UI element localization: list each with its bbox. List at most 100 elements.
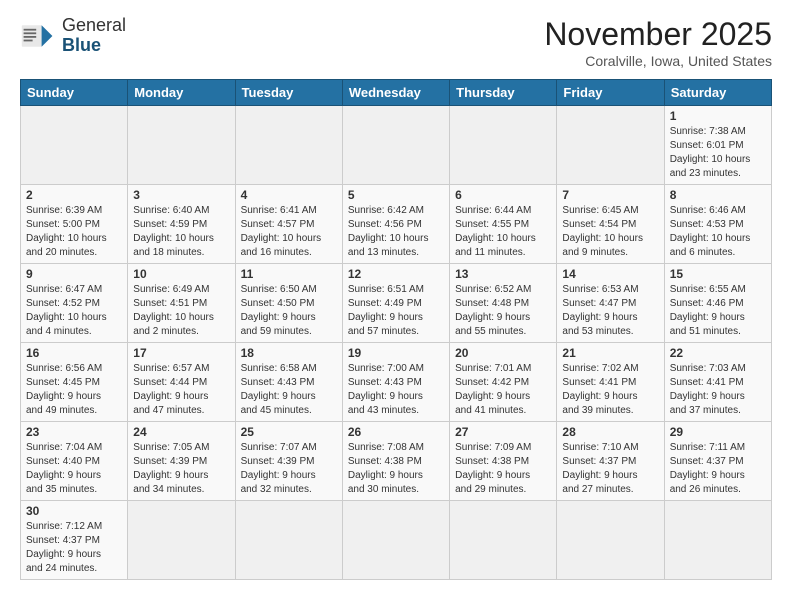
table-row: 26 Sunrise: 7:08 AM Sunset: 4:38 PM Dayli… [342, 422, 449, 501]
calendar-row: 16 Sunrise: 6:56 AM Sunset: 4:45 PM Dayli… [21, 343, 772, 422]
logo: General Blue [20, 16, 126, 56]
col-wednesday: Wednesday [342, 80, 449, 106]
day-number: 19 [348, 346, 444, 360]
table-row: 14 Sunrise: 6:53 AM Sunset: 4:47 PM Dayli… [557, 264, 664, 343]
day-number: 14 [562, 267, 658, 281]
table-row: 21Sunrise: 7:02 AM Sunset: 4:41 PM Dayli… [557, 343, 664, 422]
day-number: 29 [670, 425, 766, 439]
table-row [21, 106, 128, 185]
table-row [557, 501, 664, 580]
page: General Blue November 2025 Coralville, I… [0, 0, 792, 612]
logo-text: General Blue [62, 16, 126, 56]
table-row [342, 501, 449, 580]
day-info: Sunrise: 6:56 AM Sunset: 4:45 PM Dayligh… [26, 362, 122, 418]
day-number: 2 [26, 188, 122, 202]
table-row [342, 106, 449, 185]
day-info: Sunrise: 6:58 AM Sunset: 4:43 PM Dayligh… [241, 362, 337, 418]
day-number: 3 [133, 188, 229, 202]
day-info: Sunrise: 7:09 AM Sunset: 4:38 PM Dayligh… [455, 441, 551, 497]
day-number: 17 [133, 346, 229, 360]
day-number: 12 [348, 267, 444, 281]
header: General Blue November 2025 Coralville, I… [20, 16, 772, 69]
day-info: Sunrise: 6:52 AM Sunset: 4:48 PM Dayligh… [455, 283, 551, 339]
day-number: 27 [455, 425, 551, 439]
day-number: 25 [241, 425, 337, 439]
table-row: 29Sunrise: 7:11 AM Sunset: 4:37 PM Dayli… [664, 422, 771, 501]
table-row: 25 Sunrise: 7:07 AM Sunset: 4:39 PM Dayli… [235, 422, 342, 501]
day-info: Sunrise: 7:03 AM Sunset: 4:41 PM Dayligh… [670, 362, 766, 418]
col-thursday: Thursday [450, 80, 557, 106]
table-row: 1 Sunrise: 7:38 AM Sunset: 6:01 PM Daylig… [664, 106, 771, 185]
day-info: Sunrise: 7:07 AM Sunset: 4:39 PM Dayligh… [241, 441, 337, 497]
table-row [235, 106, 342, 185]
day-info: Sunrise: 6:47 AM Sunset: 4:52 PM Dayligh… [26, 283, 122, 339]
col-friday: Friday [557, 80, 664, 106]
title-block: November 2025 Coralville, Iowa, United S… [544, 16, 772, 69]
table-row [450, 106, 557, 185]
day-info: Sunrise: 7:05 AM Sunset: 4:39 PM Dayligh… [133, 441, 229, 497]
day-info: Sunrise: 6:50 AM Sunset: 4:50 PM Dayligh… [241, 283, 337, 339]
table-row [557, 106, 664, 185]
table-row: 12 Sunrise: 6:51 AM Sunset: 4:49 PM Dayli… [342, 264, 449, 343]
day-number: 1 [670, 109, 766, 123]
day-info: Sunrise: 6:45 AM Sunset: 4:54 PM Dayligh… [562, 204, 658, 260]
day-number: 9 [26, 267, 122, 281]
table-row: 3 Sunrise: 6:40 AM Sunset: 4:59 PM Daylig… [128, 185, 235, 264]
day-info: Sunrise: 7:01 AM Sunset: 4:42 PM Dayligh… [455, 362, 551, 418]
day-info: Sunrise: 7:10 AM Sunset: 4:37 PM Dayligh… [562, 441, 658, 497]
day-number: 15 [670, 267, 766, 281]
day-number: 16 [26, 346, 122, 360]
day-info: Sunrise: 6:39 AM Sunset: 5:00 PM Dayligh… [26, 204, 122, 260]
day-info: Sunrise: 7:08 AM Sunset: 4:38 PM Dayligh… [348, 441, 444, 497]
calendar-row: 9 Sunrise: 6:47 AM Sunset: 4:52 PM Daylig… [21, 264, 772, 343]
table-row: 20 Sunrise: 7:01 AM Sunset: 4:42 PM Dayli… [450, 343, 557, 422]
day-info: Sunrise: 6:53 AM Sunset: 4:47 PM Dayligh… [562, 283, 658, 339]
table-row [128, 501, 235, 580]
table-row: 11 Sunrise: 6:50 AM Sunset: 4:50 PM Dayli… [235, 264, 342, 343]
day-info: Sunrise: 7:04 AM Sunset: 4:40 PM Dayligh… [26, 441, 122, 497]
table-row: 8 Sunrise: 6:46 AM Sunset: 4:53 PM Daylig… [664, 185, 771, 264]
table-row [450, 501, 557, 580]
table-row: 10Sunrise: 6:49 AM Sunset: 4:51 PM Dayli… [128, 264, 235, 343]
table-row: 5 Sunrise: 6:42 AM Sunset: 4:56 PM Daylig… [342, 185, 449, 264]
table-row: 4Sunrise: 6:41 AM Sunset: 4:57 PM Daylig… [235, 185, 342, 264]
day-number: 21 [562, 346, 658, 360]
table-row [235, 501, 342, 580]
day-number: 22 [670, 346, 766, 360]
table-row: 9 Sunrise: 6:47 AM Sunset: 4:52 PM Daylig… [21, 264, 128, 343]
calendar-row: 23 Sunrise: 7:04 AM Sunset: 4:40 PM Dayli… [21, 422, 772, 501]
day-number: 11 [241, 267, 337, 281]
col-monday: Monday [128, 80, 235, 106]
table-row: 24Sunrise: 7:05 AM Sunset: 4:39 PM Dayli… [128, 422, 235, 501]
table-row: 6Sunrise: 6:44 AM Sunset: 4:55 PM Daylig… [450, 185, 557, 264]
table-row [128, 106, 235, 185]
table-row: 28Sunrise: 7:10 AM Sunset: 4:37 PM Dayli… [557, 422, 664, 501]
day-number: 5 [348, 188, 444, 202]
day-info: Sunrise: 7:38 AM Sunset: 6:01 PM Dayligh… [670, 125, 766, 181]
day-info: Sunrise: 6:42 AM Sunset: 4:56 PM Dayligh… [348, 204, 444, 260]
day-info: Sunrise: 7:12 AM Sunset: 4:37 PM Dayligh… [26, 520, 122, 576]
table-row: 30Sunrise: 7:12 AM Sunset: 4:37 PM Dayli… [21, 501, 128, 580]
day-info: Sunrise: 7:00 AM Sunset: 4:43 PM Dayligh… [348, 362, 444, 418]
day-number: 13 [455, 267, 551, 281]
location-subtitle: Coralville, Iowa, United States [544, 53, 772, 69]
logo-icon [20, 18, 56, 54]
day-info: Sunrise: 6:51 AM Sunset: 4:49 PM Dayligh… [348, 283, 444, 339]
day-number: 23 [26, 425, 122, 439]
logo-general: General [62, 16, 126, 36]
day-number: 7 [562, 188, 658, 202]
table-row: 22 Sunrise: 7:03 AM Sunset: 4:41 PM Dayli… [664, 343, 771, 422]
table-row: 23 Sunrise: 7:04 AM Sunset: 4:40 PM Dayli… [21, 422, 128, 501]
day-number: 26 [348, 425, 444, 439]
day-info: Sunrise: 6:57 AM Sunset: 4:44 PM Dayligh… [133, 362, 229, 418]
day-info: Sunrise: 6:55 AM Sunset: 4:46 PM Dayligh… [670, 283, 766, 339]
day-number: 20 [455, 346, 551, 360]
table-row: 7 Sunrise: 6:45 AM Sunset: 4:54 PM Daylig… [557, 185, 664, 264]
day-number: 4 [241, 188, 337, 202]
day-info: Sunrise: 6:44 AM Sunset: 4:55 PM Dayligh… [455, 204, 551, 260]
day-number: 8 [670, 188, 766, 202]
table-row: 15 Sunrise: 6:55 AM Sunset: 4:46 PM Dayli… [664, 264, 771, 343]
day-info: Sunrise: 6:46 AM Sunset: 4:53 PM Dayligh… [670, 204, 766, 260]
day-info: Sunrise: 6:49 AM Sunset: 4:51 PM Dayligh… [133, 283, 229, 339]
day-info: Sunrise: 6:40 AM Sunset: 4:59 PM Dayligh… [133, 204, 229, 260]
